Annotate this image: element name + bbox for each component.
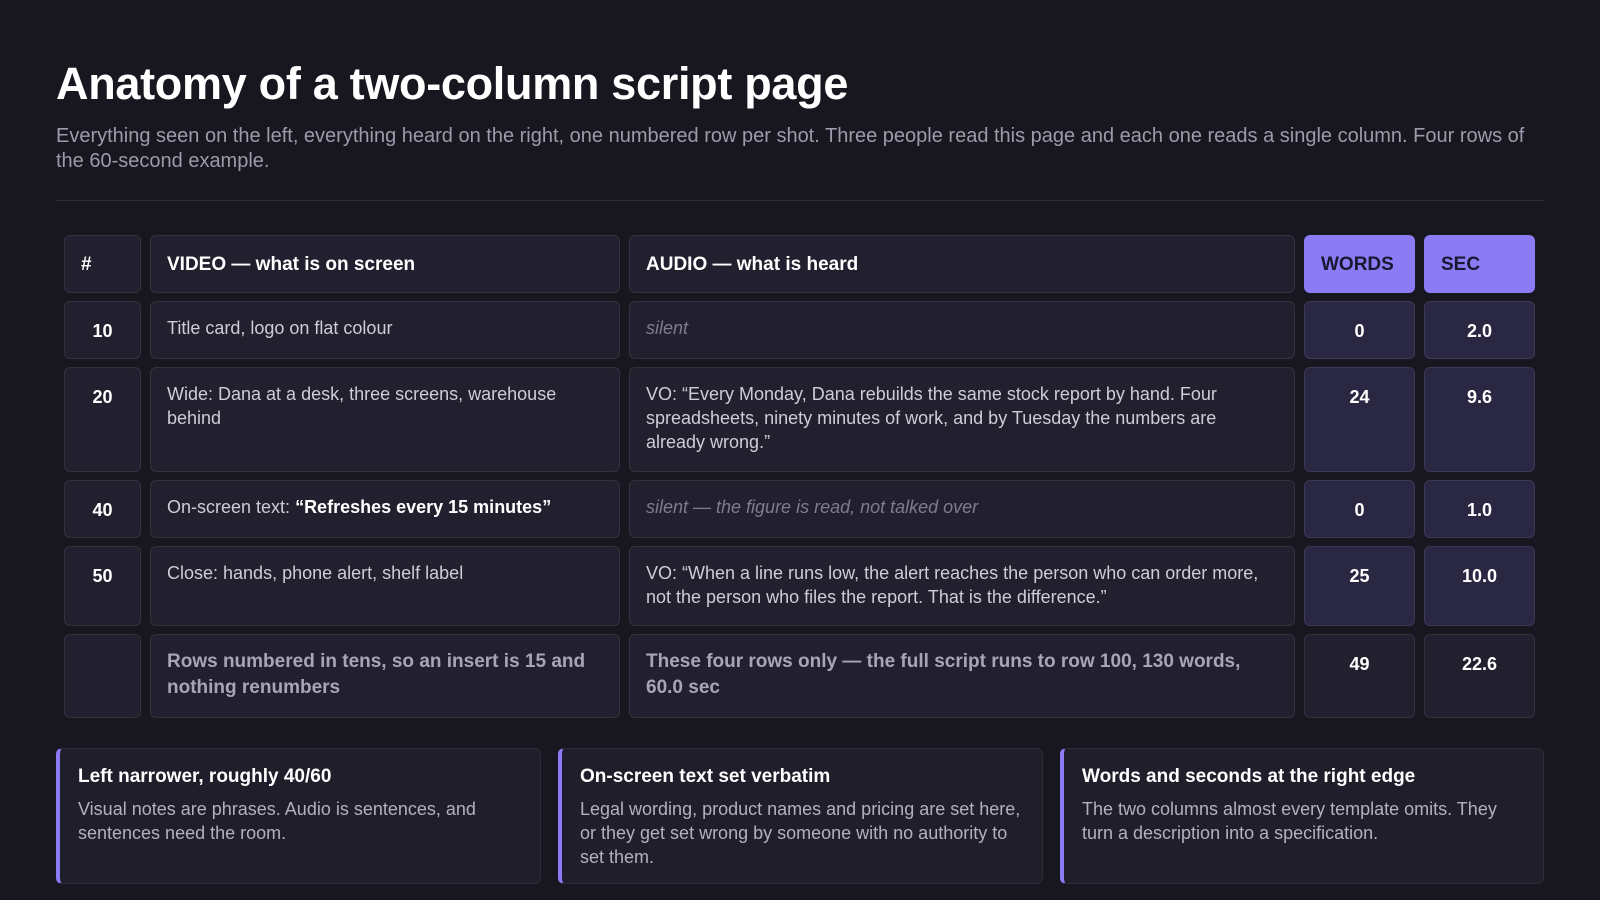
words-cell: 0 (1304, 480, 1415, 538)
note-card: On-screen text set verbatim Legal wordin… (558, 748, 1043, 884)
row-number: 50 (64, 546, 141, 626)
note-title: Words and seconds at the right edge (1082, 766, 1416, 787)
video-cell: Wide: Dana at a desk, three screens, war… (150, 367, 620, 472)
sec-cell: 2.0 (1424, 301, 1535, 359)
note-card: Words and seconds at the right edge The … (1060, 748, 1544, 884)
video-text: On-screen text: (167, 497, 296, 517)
note-body: The two columns almost every template om… (1082, 799, 1497, 843)
sec-cell: 10.0 (1424, 546, 1535, 626)
total-number (64, 634, 141, 718)
words-cell: 0 (1304, 301, 1415, 359)
sec-cell: 1.0 (1424, 480, 1535, 538)
audio-cell: VO: “Every Monday, Dana rebuilds the sam… (629, 367, 1295, 472)
total-audio-note: These four rows only — the full script r… (629, 634, 1295, 718)
page-title: Anatomy of a two-column script page (56, 58, 849, 109)
sec-cell: 9.6 (1424, 367, 1535, 472)
total-words: 49 (1304, 634, 1415, 718)
total-sec: 22.6 (1424, 634, 1535, 718)
note-title: On-screen text set verbatim (580, 766, 831, 787)
row-number: 20 (64, 367, 141, 472)
script-table: # VIDEO — what is on screen AUDIO — what… (64, 235, 1535, 718)
total-video-note: Rows numbered in tens, so an insert is 1… (150, 634, 620, 718)
audio-cell: silent (629, 301, 1295, 359)
note-body: Legal wording, product names and pricing… (580, 799, 1021, 867)
words-cell: 24 (1304, 367, 1415, 472)
page: Anatomy of a two-column script page Ever… (0, 0, 1600, 900)
note-title: Left narrower, roughly 40/60 (78, 766, 332, 787)
video-cell: Title card, logo on flat colour (150, 301, 620, 359)
audio-cell: silent — the figure is read, not talked … (629, 480, 1295, 538)
header-num: # (64, 235, 141, 293)
words-cell: 25 (1304, 546, 1415, 626)
header-audio: AUDIO — what is heard (629, 235, 1295, 293)
video-cell: On-screen text: “Refreshes every 15 minu… (150, 480, 620, 538)
row-number: 10 (64, 301, 141, 359)
header-words: WORDS (1304, 235, 1415, 293)
video-cell: Close: hands, phone alert, shelf label (150, 546, 620, 626)
page-subtitle: Everything seen on the left, everything … (56, 125, 1525, 172)
note-card: Left narrower, roughly 40/60 Visual note… (56, 748, 541, 884)
audio-cell: VO: “When a line runs low, the alert rea… (629, 546, 1295, 626)
header-sec: SEC (1424, 235, 1535, 293)
divider (56, 200, 1544, 201)
note-body: Visual notes are phrases. Audio is sente… (78, 799, 476, 843)
on-screen-text: “Refreshes every 15 minutes” (295, 497, 552, 517)
row-number: 40 (64, 480, 141, 538)
header-video: VIDEO — what is on screen (150, 235, 620, 293)
notes: Left narrower, roughly 40/60 Visual note… (56, 748, 1544, 884)
